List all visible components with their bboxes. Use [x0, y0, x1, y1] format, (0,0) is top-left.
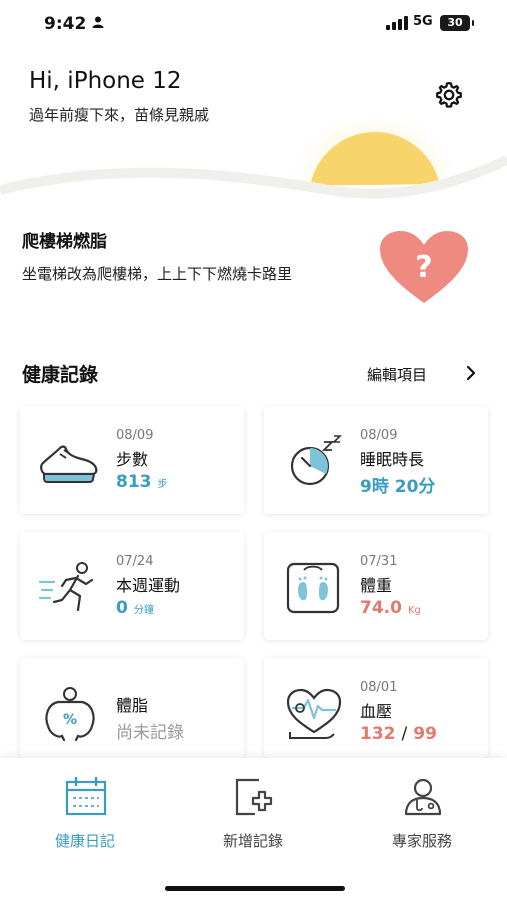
steps-unit: 步: [157, 479, 168, 490]
steps-label: 步數: [116, 450, 149, 469]
svg-text:%: %: [63, 712, 77, 728]
steps-card[interactable]: 08/09 步數 813 步: [20, 406, 244, 514]
body-fat-icon: %: [45, 687, 95, 742]
sleep-value: 9時 20分: [360, 477, 436, 497]
battery-tip: [472, 20, 474, 26]
heart-question-mark: ?: [415, 250, 432, 285]
sun-illustration: [0, 120, 507, 230]
person-icon: [92, 16, 104, 28]
bottom-nav: 健康日記 新增記錄 專家服務: [0, 758, 507, 900]
blood-pressure-icon: [286, 688, 342, 739]
heart-question-icon[interactable]: ?: [376, 227, 472, 307]
weight-value: 74.0: [360, 598, 402, 618]
bp-systolic: 132: [360, 724, 396, 744]
sneaker-icon: [40, 445, 98, 483]
steps-value: 813: [116, 472, 152, 492]
body-fat-card[interactable]: % 體脂 尚未記錄: [20, 658, 244, 758]
battery-level: 30: [447, 16, 463, 29]
tab-expert-service-label: 專家服務: [391, 832, 452, 850]
blood-pressure-card[interactable]: 08/01 血壓 132/99: [264, 658, 488, 758]
bp-date: 08/01: [360, 680, 398, 695]
gear-icon[interactable]: [434, 80, 464, 110]
exercise-unit: 分鐘: [133, 605, 154, 616]
battery-icon: 30: [440, 15, 470, 31]
status-bar: 9:42 5G 30: [0, 0, 507, 50]
edit-items-link[interactable]: 編輯項目: [367, 364, 427, 385]
doctor-icon: [404, 778, 442, 816]
sleep-date: 08/09: [360, 428, 398, 443]
exercise-label: 本週運動: [116, 576, 181, 595]
weight-label: 體重: [360, 576, 393, 595]
scale-icon: [286, 562, 340, 614]
tab-expert-service[interactable]: 專家服務: [362, 776, 482, 850]
status-time: 9:42: [44, 14, 87, 34]
tab-health-diary[interactable]: 健康日記: [25, 776, 145, 850]
tab-add-record[interactable]: 新增記錄: [193, 776, 313, 850]
exercise-date: 07/24: [116, 554, 154, 569]
weight-unit: Kg: [407, 605, 421, 616]
weight-date: 07/31: [360, 554, 398, 569]
bp-diastolic: 99: [413, 724, 437, 744]
sleep-clock-icon: [290, 435, 342, 486]
signal-icon: [386, 16, 408, 30]
steps-date: 08/09: [116, 428, 154, 443]
weight-card[interactable]: 07/31 體重 74.0 Kg: [264, 532, 488, 640]
greeting: Hi, iPhone 12: [29, 68, 182, 94]
steps-value-line: 813 步: [116, 472, 168, 492]
bp-separator: /: [401, 724, 408, 744]
bp-label: 血壓: [360, 702, 393, 721]
chevron-right-icon[interactable]: [463, 363, 479, 383]
weight-value-line: 74.0 Kg: [360, 598, 421, 618]
bp-value-line: 132/99: [360, 724, 437, 744]
body-fat-value: 尚未記錄: [116, 723, 184, 743]
add-record-icon: [235, 778, 273, 816]
health-section-title: 健康記錄: [22, 364, 99, 386]
body-fat-label: 體脂: [116, 696, 149, 715]
tab-add-record-label: 新增記錄: [222, 832, 283, 850]
tab-health-diary-label: 健康日記: [54, 832, 115, 850]
calendar-icon: [65, 776, 107, 816]
tip-text: 坐電梯改為爬樓梯，上上下下燃燒卡路里: [22, 265, 293, 283]
runner-icon: [38, 562, 94, 612]
sleep-label: 睡眠時長: [360, 450, 425, 469]
home-indicator: [165, 886, 345, 891]
network-label: 5G: [413, 14, 433, 29]
exercise-value-line: 0 分鐘: [116, 598, 154, 618]
tip-title: 爬樓梯燃脂: [22, 232, 107, 252]
exercise-value: 0: [116, 598, 128, 618]
sleep-card[interactable]: 08/09 睡眠時長 9時 20分: [264, 406, 488, 514]
exercise-card[interactable]: 07/24 本週運動 0 分鐘: [20, 532, 244, 640]
